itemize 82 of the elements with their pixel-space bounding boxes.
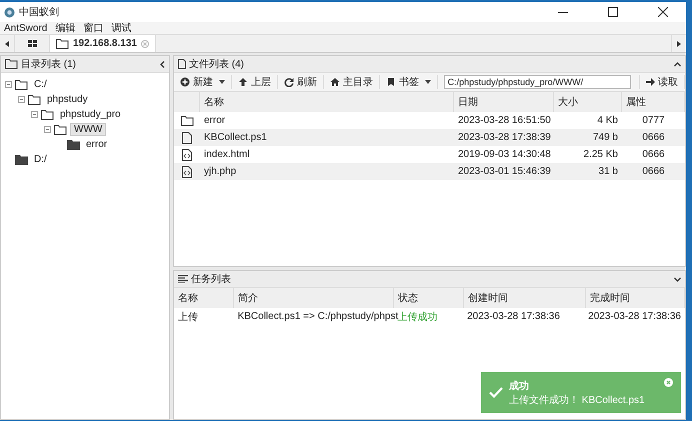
code-file-icon [182,148,192,160]
column-header[interactable]: 名称 [174,288,234,308]
column-header[interactable]: 状态 [394,288,464,308]
column-header[interactable]: 名称 [200,92,454,112]
folder-icon [5,59,18,69]
tree-item[interactable]: error [83,139,110,150]
scroll-left-icon[interactable] [5,40,9,46]
plus-circle-icon [180,77,190,87]
menu-item[interactable]: 调试 [111,21,132,35]
bookmark-icon [386,77,396,87]
path-field[interactable]: C:/phpstudy/phpstudy_pro/WWW/ [444,75,631,89]
check-icon [489,387,503,398]
collapse-icon[interactable] [44,126,51,133]
file-name[interactable]: KBCollect.ps1 [204,132,267,143]
toolbar-button[interactable]: 上层 [232,75,278,89]
home-icon [330,77,340,87]
menu-item[interactable]: 编辑 [55,21,76,35]
panel-title: 任务列表 [191,272,232,286]
scroll-right-icon[interactable] [677,40,681,46]
file-name[interactable]: error [204,115,226,126]
table-cell: 0777 [642,115,665,126]
app-logo-icon [4,6,15,18]
code-file-icon [182,166,192,178]
status-text: 上传成功 [398,312,438,322]
window-title: 中国蚁剑 [19,6,60,19]
column-header[interactable]: 大小 [554,92,622,112]
file-name[interactable]: index.html [204,149,250,160]
close-icon[interactable] [658,7,668,17]
table-cell: 749 b [592,132,618,143]
table-cell: 0666 [642,149,665,160]
tree-item[interactable]: D:/ [31,154,50,165]
refresh-icon [284,77,294,87]
panel-title: 目录列表 (1) [21,58,77,71]
table-cell: 上传 [178,312,198,322]
table-cell: 2023-03-01 15:46:39 [458,166,551,177]
collapse-icon[interactable] [31,111,38,118]
toolbar-button[interactable]: 刷新 [278,75,324,89]
chevron-up-icon[interactable] [674,62,681,66]
right-arrow-icon [646,78,655,86]
tree-item[interactable]: WWW [70,123,106,136]
table-cell: 2019-09-03 14:30:48 [458,149,551,160]
table-cell: 2023-03-28 16:51:50 [458,115,551,126]
column-header[interactable]: 日期 [454,92,554,112]
chevron-left-icon[interactable] [160,60,165,68]
toast-message: 上传文件成功！ KBCollect.ps1 [509,394,646,406]
document-icon [178,59,186,69]
column-header[interactable]: 简介 [234,288,394,308]
column-header[interactable]: 属性 [622,92,685,112]
tree-item[interactable]: C:/ [31,79,50,90]
column-header[interactable]: 创建时间 [464,288,586,308]
folder-icon [56,38,69,48]
chevron-down-icon[interactable] [674,276,681,282]
tree-item[interactable]: phpstudy [44,94,91,105]
table-cell: 2023-03-28 17:38:39 [458,132,551,143]
collapse-icon[interactable] [5,81,12,88]
table-cell: 31 b [598,166,618,177]
column-header[interactable]: 完成时间 [586,288,685,308]
toolbar-button[interactable]: 新建 [174,75,232,89]
table-cell: KBCollect.ps1 => C:/phpstudy/phpst [238,311,398,322]
table-cell: 0666 [642,132,665,143]
list-icon [178,275,188,283]
toolbar-button[interactable]: 书签 [380,75,438,89]
collapse-icon[interactable] [18,96,25,103]
table-cell: 4 Kb [597,115,618,126]
toolbar-button[interactable]: 主目录 [324,75,380,89]
menu-item[interactable]: AntSword [4,22,48,34]
maximize-icon[interactable] [608,7,618,17]
toast-title: 成功 [509,380,530,392]
read-button[interactable]: 读取 [639,75,685,89]
table-cell: 2023-03-28 17:38:36 [588,311,681,322]
table-cell: 0666 [642,166,665,177]
file-icon [182,132,192,144]
tree-item[interactable]: phpstudy_pro [57,109,124,120]
folder-icon [180,116,194,126]
tab[interactable]: 192.168.8.131 [50,35,156,52]
file-name[interactable]: yjh.php [204,166,236,177]
table-cell: 2023-03-28 17:38:36 [467,311,560,322]
up-arrow-icon [238,77,248,87]
table-cell: 2.25 Kb [584,149,618,160]
panel-title: 文件列表 (4) [189,58,245,71]
menu-item[interactable]: 窗口 [83,21,104,35]
grid-icon[interactable] [28,40,36,47]
